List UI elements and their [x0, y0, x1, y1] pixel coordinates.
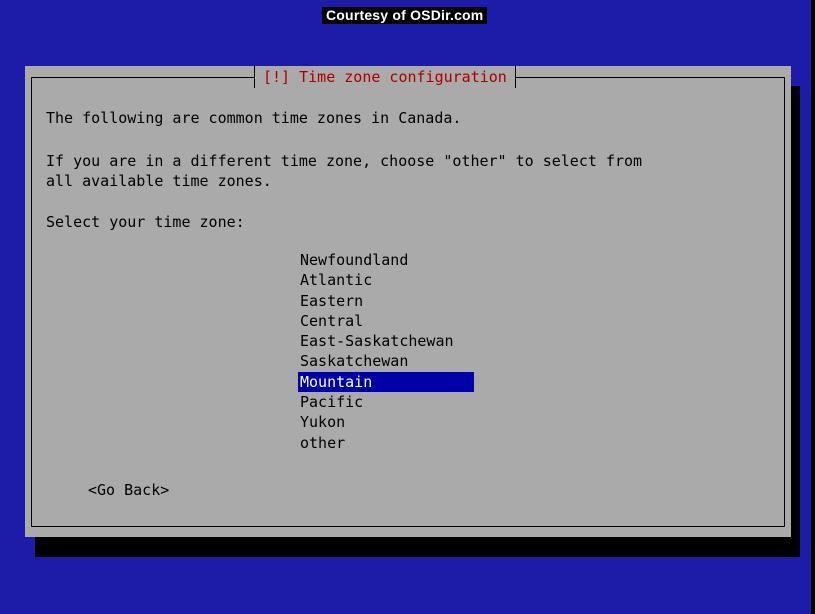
timezone-option[interactable]: East-Saskatchewan — [298, 331, 474, 351]
timezone-option[interactable]: Newfoundland — [298, 250, 474, 270]
timezone-option[interactable]: Saskatchewan — [298, 351, 474, 371]
timezone-list[interactable]: Newfoundland Atlantic Eastern Central Ea… — [298, 250, 474, 453]
timezone-option[interactable]: Yukon — [298, 412, 474, 432]
go-back-button[interactable]: <Go Back> — [88, 480, 169, 500]
timezone-option[interactable]: other — [298, 433, 474, 453]
timezone-option[interactable]: Atlantic — [298, 270, 474, 290]
dialog-title: [!] Time zone configuration — [254, 66, 516, 88]
instruction-text-line-1: If you are in a different time zone, cho… — [46, 152, 643, 170]
timezone-dialog: [!] Time zone configuration The followin… — [25, 66, 791, 537]
screen-edge — [811, 0, 815, 614]
timezone-option[interactable]: Pacific — [298, 392, 474, 412]
intro-text: The following are common time zones in C… — [46, 109, 462, 127]
select-prompt: Select your time zone: — [46, 213, 245, 231]
timezone-option[interactable]: Mountain — [298, 371, 474, 393]
watermark: Courtesy of OSDir.com — [322, 7, 488, 24]
timezone-option[interactable]: Eastern — [298, 291, 474, 311]
timezone-option[interactable]: Central — [298, 311, 474, 331]
installer-screen: Courtesy of OSDir.com [!] Time zone conf… — [0, 0, 815, 614]
instruction-text-line-2: all available time zones. — [46, 172, 272, 190]
